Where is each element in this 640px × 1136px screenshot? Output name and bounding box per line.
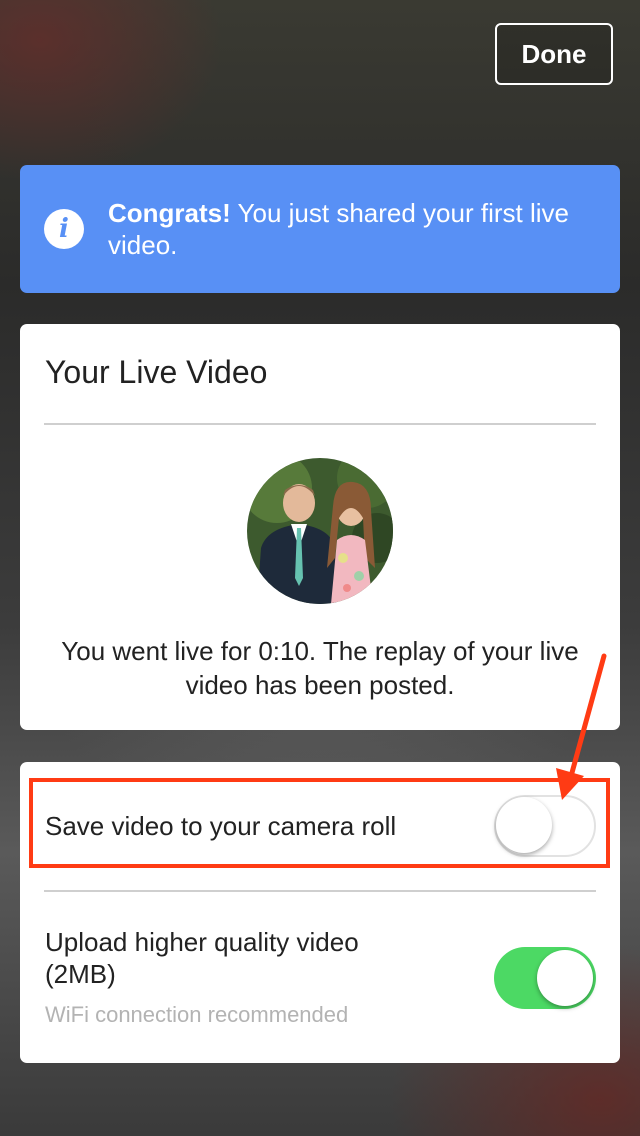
toggle-knob (537, 950, 593, 1006)
upload-quality-label-line1: Upload higher quality video (45, 927, 359, 957)
avatar (247, 458, 393, 604)
divider (44, 890, 596, 892)
card-title: Your Live Video (45, 354, 268, 390)
banner-bold-text: Congrats! (108, 198, 231, 228)
info-icon: i (44, 209, 84, 249)
done-button[interactable]: Done (495, 23, 613, 85)
upload-quality-label: Upload higher quality video (2MB) (45, 926, 359, 990)
divider (44, 423, 596, 425)
highlight-box-annotation (29, 778, 610, 868)
upload-quality-toggle[interactable] (494, 947, 596, 1009)
upload-quality-sublabel: WiFi connection recommended (45, 1002, 349, 1027)
congrats-banner: i Congrats! You just shared your first l… (20, 165, 620, 293)
upload-quality-label-line2: (2MB) (45, 959, 116, 989)
banner-message: Congrats! You just shared your first liv… (108, 197, 590, 261)
arrow-annotation (556, 653, 607, 800)
live-video-card: Your Live Video You went live for 0:10. … (20, 324, 620, 730)
live-summary-text: You went live for 0:10. The replay of yo… (61, 636, 579, 700)
